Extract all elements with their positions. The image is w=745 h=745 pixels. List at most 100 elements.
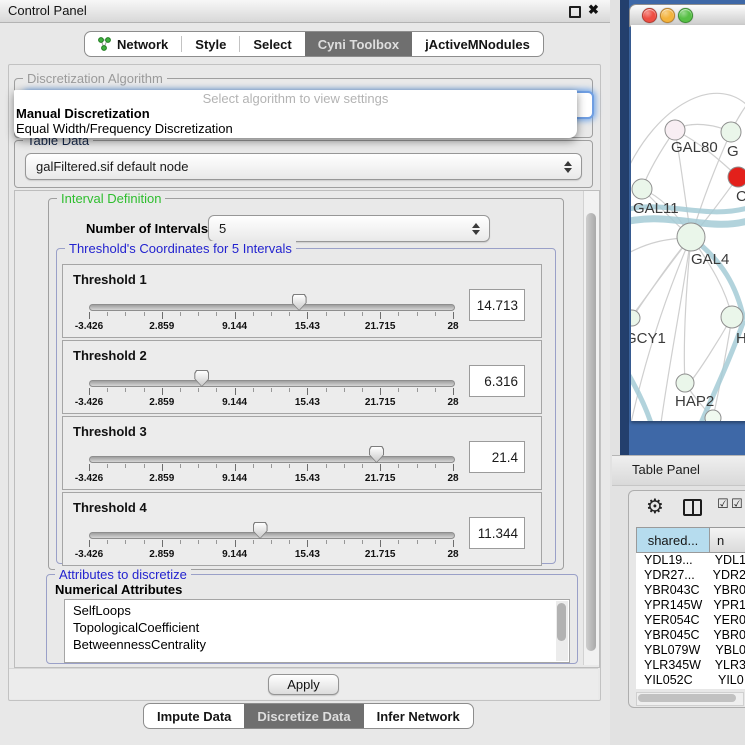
apply-button[interactable]: Apply [268, 674, 339, 695]
tab-network[interactable]: Network [85, 32, 181, 56]
network-node-gal80[interactable] [665, 120, 685, 140]
minor-tick [362, 388, 363, 392]
minor-tick [289, 464, 290, 468]
network-node-gcy1[interactable] [631, 310, 640, 326]
attribute-list-item[interactable]: TopologicalCoefficient [73, 619, 569, 636]
algorithm-option[interactable]: Equal Width/Frequency Discretization [14, 121, 577, 136]
network-node-hap2[interactable] [676, 374, 694, 392]
checkbox-icon[interactable]: ☑ [731, 497, 743, 512]
slider-ruler: -3.4262.8599.14415.4321.71528 [89, 312, 453, 332]
table-row[interactable]: YIL052CYIL0 [636, 673, 745, 688]
close-icon[interactable]: ✖ [588, 2, 599, 18]
major-tick [162, 388, 163, 395]
cell-name: YBR0 [705, 628, 745, 643]
attributes-list-scrollbar[interactable] [556, 601, 568, 661]
tab-jactivemnodules[interactable]: jActiveMNodules [412, 32, 543, 56]
checkbox-icon[interactable]: ☑ [717, 497, 729, 512]
network-node-gal4[interactable] [677, 223, 705, 251]
minor-tick [362, 464, 363, 468]
network-node-label: GCY1 [631, 330, 666, 347]
minor-tick [253, 540, 254, 544]
network-edge [631, 237, 691, 325]
bottom-tab-impute-data[interactable]: Impute Data [144, 704, 244, 728]
cell-name: YPR1 [705, 598, 745, 613]
table-row[interactable]: YBR043CYBR0 [636, 583, 745, 598]
split-view-icon[interactable] [683, 499, 702, 516]
network-node-gal11[interactable] [632, 179, 652, 199]
major-tick [89, 540, 90, 547]
table-row[interactable]: YLR345WYLR3 [636, 658, 745, 673]
network-node-c[interactable] [728, 167, 745, 187]
network-node[interactable] [705, 410, 721, 421]
network-node-h[interactable] [721, 306, 743, 328]
major-tick [89, 312, 90, 319]
bottom-tab-infer-network[interactable]: Infer Network [364, 704, 473, 728]
table-row[interactable]: YDR27...YDR2 [636, 568, 745, 583]
slider-track[interactable] [89, 304, 455, 311]
minor-tick [198, 312, 199, 316]
network-edge-thick [631, 365, 651, 421]
threshold-value-field[interactable]: 21.4 [469, 441, 525, 473]
attribute-list-item[interactable]: SelfLoops [73, 602, 569, 619]
attribute-list-item[interactable]: BetweennessCentrality [73, 636, 569, 653]
minor-tick [125, 540, 126, 544]
tab-cyni-toolbox[interactable]: Cyni Toolbox [305, 32, 412, 56]
tab-label: Select [253, 37, 291, 52]
table-row[interactable]: YER054CYER0 [636, 613, 745, 628]
slider-track[interactable] [89, 532, 455, 539]
network-node-label: C [736, 188, 745, 205]
cell-shared-name: YBL079W [636, 643, 707, 658]
column-header-n[interactable]: n [710, 527, 745, 553]
cell-name: YDL1 [707, 553, 745, 568]
tick-label: 2.859 [149, 549, 174, 560]
table-row[interactable]: YPR145WYPR1 [636, 598, 745, 613]
minor-tick [216, 388, 217, 392]
major-tick [235, 388, 236, 395]
minor-tick [253, 312, 254, 316]
threshold-value-field[interactable]: 11.344 [469, 517, 525, 549]
threshold-value-field[interactable]: 6.316 [469, 365, 525, 397]
minor-tick [344, 312, 345, 316]
control-panel: Control Panel ✖ NetworkStyle Select Cyni T… [0, 0, 611, 745]
zoom-light[interactable] [678, 8, 693, 23]
bottom-tab-discretize-data[interactable]: Discretize Data [244, 704, 363, 728]
major-tick [380, 540, 381, 547]
tab-style[interactable]: Style [182, 32, 239, 56]
table-horizontal-scrollbar[interactable] [636, 692, 744, 706]
cell-shared-name: YBR043C [636, 583, 705, 598]
close-light[interactable] [642, 8, 657, 23]
network-canvas[interactable]: GAL80GCGAL11GAL4GCY1HHAP2 [631, 25, 745, 421]
minor-tick [326, 388, 327, 392]
major-tick [89, 464, 90, 471]
table-data-combobox[interactable]: galFiltered.sif default node [25, 153, 582, 180]
tick-label: 21.715 [365, 549, 396, 560]
minimize-light[interactable] [660, 8, 675, 23]
slider-track[interactable] [89, 380, 455, 387]
cell-name: YBL0 [707, 643, 745, 658]
slider-track[interactable] [89, 456, 455, 463]
minor-tick [326, 540, 327, 544]
network-node-g[interactable] [721, 122, 741, 142]
algorithm-option[interactable]: Manual Discretization [14, 106, 577, 121]
control-panel-titlebar: Control Panel ✖ [0, 0, 610, 23]
tick-label: 2.859 [149, 397, 174, 408]
minor-tick [180, 540, 181, 544]
threshold-value-field[interactable]: 14.713 [469, 289, 525, 321]
settings-vertical-scrollbar[interactable] [583, 191, 599, 665]
table-row[interactable]: YDL19...YDL1 [636, 553, 745, 568]
thresholds-group-title: Threshold's Coordinates for 5 Intervals [65, 241, 296, 256]
number-of-intervals-combobox[interactable]: 5 [208, 215, 490, 242]
threshold-box: Threshold 1-3.4262.8599.14415.4321.71528… [62, 264, 542, 338]
threshold-label: Threshold 4 [73, 500, 147, 515]
attributes-listbox[interactable]: SelfLoopsTopologicalCoefficientBetweenne… [64, 599, 570, 663]
gear-icon[interactable]: ⚙ [646, 494, 664, 518]
threshold-box: Threshold 4-3.4262.8599.14415.4321.71528… [62, 492, 542, 566]
column-header-shared[interactable]: shared... [636, 527, 710, 553]
minor-tick [344, 540, 345, 544]
tab-select[interactable]: Select [240, 32, 304, 56]
table-row[interactable]: YBR045CYBR0 [636, 628, 745, 643]
table-row[interactable]: YBL079WYBL0 [636, 643, 745, 658]
network-window-titlebar[interactable] [629, 4, 745, 27]
major-tick [453, 464, 454, 471]
float-icon[interactable] [569, 6, 581, 18]
